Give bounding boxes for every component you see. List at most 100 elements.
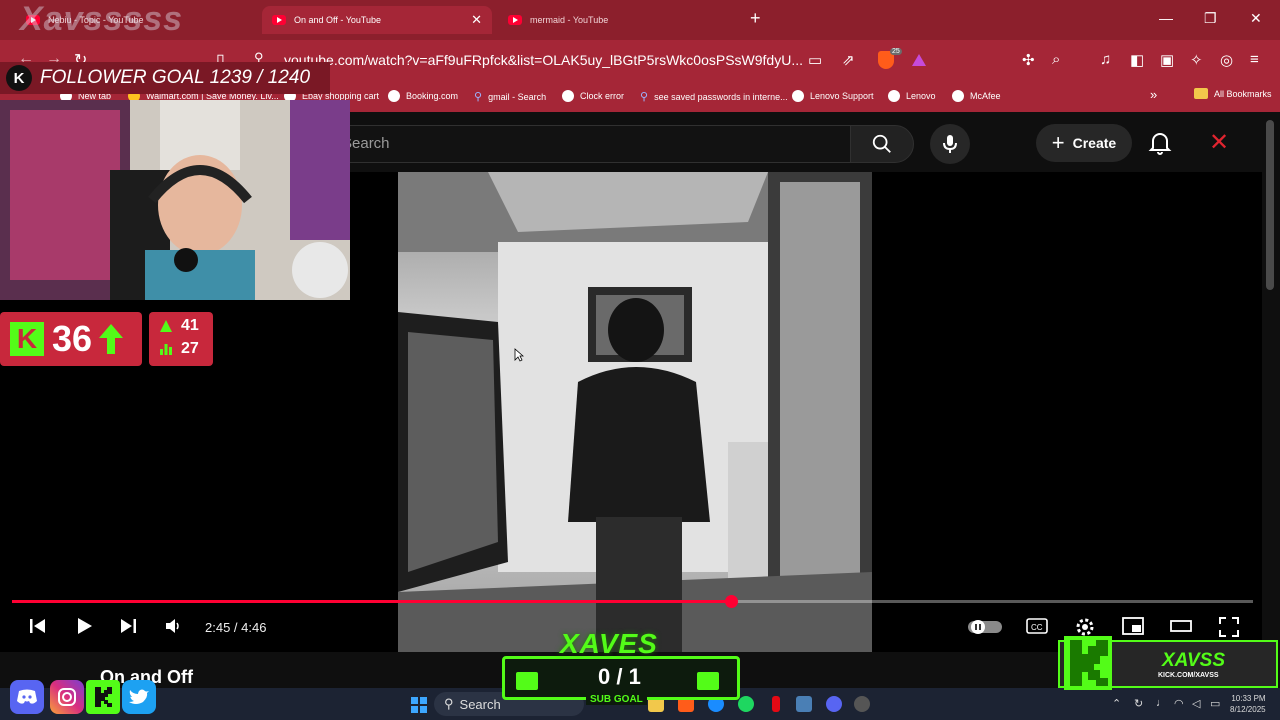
svg-text:CC: CC [1031, 623, 1043, 632]
wallet-icon[interactable]: ▣ [1160, 51, 1174, 69]
tab-label: On and Off - YouTube [294, 15, 382, 25]
viewer-count-box: K 36 [0, 312, 142, 366]
screen: Nebiu - Topic - YouTube On and Off - You… [0, 0, 1280, 720]
brand-name: XAVSS [1162, 650, 1226, 671]
globe-icon [562, 90, 574, 102]
windows-start-icon[interactable] [411, 697, 427, 713]
page-scrollbar[interactable] [1266, 120, 1274, 290]
stat-bars-value: 27 [181, 340, 199, 357]
search-button[interactable] [850, 125, 914, 163]
settings-gear-icon[interactable] [1074, 616, 1096, 638]
stat-up-value: 41 [181, 317, 199, 334]
menu-icon[interactable]: ≡ [1250, 51, 1259, 68]
globe-icon [952, 90, 964, 102]
globe-icon [888, 90, 900, 102]
create-button[interactable]: + Create [1036, 124, 1132, 162]
globe-icon [792, 90, 804, 102]
bookmark-clock-error[interactable]: Clock error [562, 90, 624, 102]
search-input[interactable] [330, 125, 850, 163]
microphone-icon [943, 135, 957, 153]
bookmark-gmail-search[interactable]: ⚲ gmail - Search [474, 90, 546, 103]
plus-icon: + [1051, 130, 1065, 155]
search-icon: ⚲ [474, 91, 483, 103]
progress-played [12, 600, 731, 603]
tray-wifi-icon[interactable]: ◠ [1174, 697, 1184, 710]
tray-battery-icon[interactable]: ▭ [1210, 697, 1220, 710]
leo-ai-icon[interactable]: ✧ [1190, 51, 1203, 69]
close-tab-icon[interactable]: ✕ [471, 12, 482, 28]
video-frame [398, 172, 872, 652]
webcam-image [0, 100, 350, 300]
tray-mic-icon[interactable]: ♩ [1156, 697, 1167, 709]
kick-glyph [95, 687, 112, 707]
voice-search-button[interactable] [930, 124, 970, 164]
gift-icon [697, 672, 719, 690]
discord-taskbar-icon[interactable] [826, 696, 842, 712]
brave-count-badge: 25 [890, 48, 902, 55]
tray-volume-icon[interactable]: ◁ [1192, 697, 1200, 710]
video-still-image [398, 172, 872, 652]
twitter-icon [122, 680, 156, 714]
bookmark-mcafee[interactable]: McAfee [952, 90, 1001, 102]
arrow-up-icon [99, 324, 124, 354]
url-field[interactable]: youtube.com/watch?v=aFf9uFRpfck&list=OLA… [284, 52, 803, 68]
notifications-bell-icon[interactable] [1148, 130, 1172, 156]
next-icon[interactable] [118, 616, 138, 636]
bookmark-lenovo[interactable]: Lenovo [888, 90, 936, 102]
captions-icon[interactable]: CC [1026, 616, 1048, 636]
browser-tab-bar: Nebiu - Topic - YouTube On and Off - You… [0, 0, 1280, 40]
tray-sync-icon[interactable]: ↻ [1134, 697, 1143, 710]
taskbar-clock[interactable]: 10:33 PM 8/12/2025 [1230, 693, 1266, 715]
photos-icon[interactable] [796, 696, 812, 712]
previous-icon[interactable] [28, 616, 48, 636]
theater-mode-icon[interactable] [1170, 616, 1192, 636]
spotify-icon[interactable] [738, 696, 754, 712]
obs-icon[interactable] [854, 696, 870, 712]
stats-mini-box: 41 27 [149, 312, 213, 366]
tab-mermaid[interactable]: mermaid - YouTube [498, 6, 744, 34]
all-bookmarks-button[interactable]: All Bookmarks [1194, 88, 1272, 99]
tab-search-icon[interactable]: ⌕ [1052, 51, 1060, 68]
bookmark-booking[interactable]: Booking.com [388, 90, 458, 102]
volume-icon[interactable] [164, 616, 184, 636]
follower-goal-text: FOLLOWER GOAL 1239 / 1240 [40, 67, 311, 88]
brave-rewards-icon[interactable] [912, 54, 926, 66]
twitter-glyph [129, 689, 149, 704]
more-bookmarks-icon[interactable]: » [1150, 87, 1157, 102]
triangle-up-icon [160, 320, 172, 332]
bookmark-saved-passwords[interactable]: ⚲ see saved passwords in interne... [640, 90, 788, 103]
media-icon[interactable]: ♫ [1100, 51, 1111, 68]
miniplayer-icon[interactable] [1122, 616, 1144, 636]
close-window-icon[interactable]: ✕ [1250, 10, 1262, 27]
youtube-favicon-icon [272, 15, 286, 25]
extensions-icon[interactable]: ✣ [1022, 51, 1035, 69]
sidebar-icon[interactable]: ◧ [1130, 51, 1144, 69]
cast-icon[interactable]: ▭ [808, 51, 822, 69]
gift-icon [516, 672, 538, 690]
webcam-feed [0, 100, 350, 300]
fullscreen-icon[interactable] [1218, 616, 1240, 638]
play-icon[interactable] [74, 616, 94, 636]
instagram-glyph [58, 688, 76, 706]
bar-chart-icon [160, 344, 172, 355]
search-icon: ⚲ [444, 696, 454, 711]
close-x-icon[interactable]: ✕ [1209, 128, 1229, 157]
new-tab-button[interactable]: + [750, 8, 761, 29]
xaves-logo: XAVES [560, 628, 658, 659]
kick-social-icon [86, 680, 120, 714]
vpn-icon[interactable]: ◎ [1220, 51, 1233, 69]
tab-on-and-off[interactable]: On and Off - YouTube ✕ [262, 6, 492, 34]
autoplay-toggle-icon[interactable] [968, 619, 1002, 635]
brand-url: KICK.COM/XAVSS [1158, 672, 1219, 679]
tray-chevron-icon[interactable]: ⌃ [1112, 697, 1121, 710]
bookmark-lenovo-support[interactable]: Lenovo Support [792, 90, 874, 102]
instagram-icon [50, 680, 84, 714]
progress-scrubber[interactable] [725, 595, 738, 608]
minimize-icon[interactable]: — [1159, 10, 1173, 26]
kick-logo-icon: K [6, 65, 32, 91]
share-icon[interactable]: ⇗ [842, 51, 855, 69]
sub-goal-label: SUB GOAL [586, 694, 647, 705]
netflix-icon[interactable] [772, 696, 780, 712]
restore-icon[interactable]: ❐ [1204, 10, 1217, 27]
kick-brand-glyph [1070, 640, 1108, 686]
